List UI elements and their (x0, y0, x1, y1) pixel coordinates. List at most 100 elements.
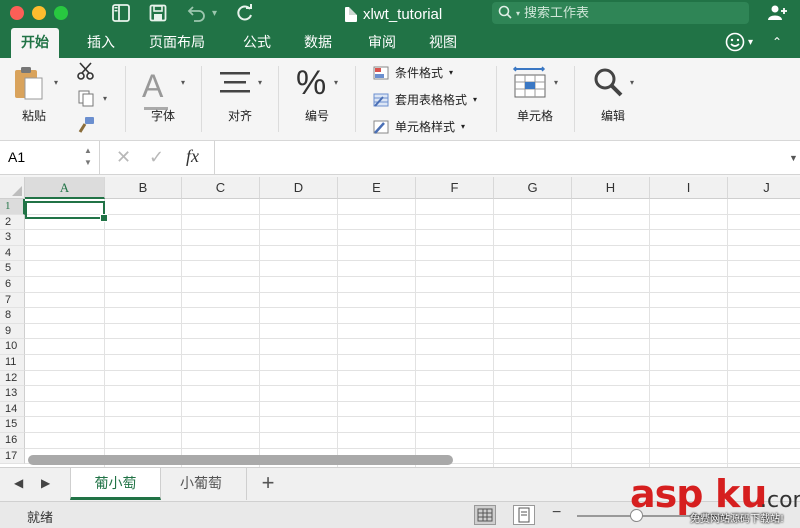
minimize-window-button[interactable] (32, 6, 46, 20)
horizontal-scrollbar[interactable] (28, 455, 453, 465)
column-header-c[interactable]: C (182, 177, 260, 199)
row-header-10[interactable]: 10 (0, 339, 25, 355)
active-cell-a1[interactable] (25, 201, 108, 222)
column-header-a[interactable]: A (25, 177, 105, 199)
tab-data[interactable]: 数据 (294, 28, 342, 58)
column-header-d[interactable]: D (260, 177, 338, 199)
row-header-2[interactable]: 2 (0, 214, 25, 231)
feedback-smiley-icon[interactable] (725, 32, 745, 58)
row-header-12[interactable]: 12 (0, 370, 25, 387)
page-layout-view-button[interactable] (513, 505, 535, 525)
editing-dropdown-icon[interactable]: ▾ (630, 78, 634, 87)
row-header-4[interactable]: 4 (0, 245, 25, 262)
feedback-dropdown-icon[interactable]: ▾ (748, 37, 753, 48)
zoom-out-icon[interactable]: − (552, 504, 561, 522)
undo-icon[interactable] (185, 3, 207, 25)
copy-icon[interactable] (76, 88, 96, 113)
row-header-9[interactable]: 9 (0, 323, 25, 340)
row-header-11[interactable]: 11 (0, 355, 25, 371)
confirm-formula-icon[interactable]: ✓ (149, 147, 164, 168)
maximize-window-button[interactable] (54, 6, 68, 20)
sheet-tab-active[interactable]: 葡小萄 (70, 468, 161, 500)
row-header-15[interactable]: 15 (0, 417, 25, 433)
collapse-ribbon-icon[interactable]: ⌃ (772, 35, 782, 49)
name-box-stepper-icon[interactable]: ▲ ▼ (84, 145, 92, 169)
row-header-6[interactable]: 6 (0, 277, 25, 293)
select-all-corner[interactable] (0, 177, 25, 199)
cancel-formula-icon[interactable]: ✕ (116, 147, 131, 168)
align-label[interactable]: 对齐 (228, 107, 252, 124)
zoom-slider-thumb[interactable] (630, 509, 643, 522)
grid-column-line (415, 199, 416, 467)
row-header-13[interactable]: 13 (0, 386, 25, 402)
redo-icon[interactable] (235, 3, 255, 25)
save-icon[interactable] (148, 3, 168, 25)
row-header-17[interactable]: 17 (0, 448, 25, 465)
grid-row-line (25, 447, 800, 449)
zoom-slider[interactable] (577, 515, 727, 517)
undo-dropdown-icon[interactable]: ▾ (212, 8, 217, 19)
formula-input-area[interactable] (214, 141, 784, 175)
tab-insert[interactable]: 插入 (77, 28, 125, 58)
format-painter-icon[interactable] (76, 115, 96, 140)
close-window-button[interactable] (10, 6, 24, 20)
column-header-j[interactable]: J (728, 177, 800, 199)
percent-icon[interactable]: % (296, 64, 326, 103)
row-header-1[interactable]: 1 (0, 199, 25, 215)
column-header-f[interactable]: F (416, 177, 494, 199)
formula-input[interactable] (215, 141, 784, 175)
row-header-8[interactable]: 8 (0, 308, 25, 324)
column-header-g[interactable]: G (494, 177, 572, 199)
paste-dropdown-icon[interactable]: ▾ (54, 78, 58, 87)
align-dropdown-icon[interactable]: ▾ (258, 78, 262, 87)
font-label[interactable]: 字体 (151, 107, 175, 124)
cells-icon[interactable] (512, 66, 548, 105)
next-sheet-arrow-icon[interactable]: ▶ (41, 476, 50, 490)
row-header-16[interactable]: 16 (0, 433, 25, 449)
column-header-h[interactable]: H (572, 177, 650, 199)
font-dropdown-icon[interactable]: ▾ (181, 78, 185, 87)
column-header-i[interactable]: I (650, 177, 728, 199)
search-icon (498, 5, 512, 22)
format-as-table-button[interactable]: 套用表格格式 ▾ (373, 91, 477, 108)
align-icon[interactable] (218, 70, 252, 101)
tab-view[interactable]: 视图 (419, 28, 467, 58)
cell-styles-button[interactable]: 单元格样式 ▾ (373, 118, 465, 135)
add-sheet-icon[interactable]: + (258, 470, 278, 496)
tab-review[interactable]: 审阅 (358, 28, 406, 58)
search-input[interactable] (524, 5, 725, 21)
prev-sheet-arrow-icon[interactable]: ◀ (14, 476, 23, 490)
expand-formula-bar-icon[interactable]: ▼ (789, 153, 798, 163)
number-dropdown-icon[interactable]: ▾ (334, 78, 338, 87)
cells-label[interactable]: 单元格 (517, 107, 553, 124)
row-header-5[interactable]: 5 (0, 261, 25, 277)
paste-icon[interactable] (12, 64, 46, 107)
insert-function-button[interactable]: fx (186, 146, 199, 167)
worksheet-grid[interactable]: A B C D E F G H I J 1 2 3 4 5 6 7 8 9 10 11 12 13 14 15 16 17 (0, 177, 800, 467)
tab-formulas[interactable]: 公式 (233, 28, 281, 58)
tab-home[interactable]: 开始 (11, 28, 59, 58)
search-sheet-box[interactable]: ▾ (492, 2, 749, 24)
conditional-format-button[interactable]: 条件格式 ▾ (373, 64, 453, 81)
editing-search-icon[interactable] (592, 66, 624, 103)
sidebar-toggle-icon[interactable] (111, 3, 131, 25)
column-header-b[interactable]: B (105, 177, 182, 199)
column-header-e[interactable]: E (338, 177, 416, 199)
normal-view-button[interactable] (474, 505, 496, 525)
cells-dropdown-icon[interactable]: ▾ (554, 78, 558, 87)
paste-label[interactable]: 粘贴 (22, 107, 46, 124)
conditional-format-dropdown-icon: ▾ (449, 68, 454, 77)
search-options-chevron-icon[interactable]: ▾ (516, 9, 520, 18)
add-user-icon[interactable] (766, 4, 788, 27)
row-header-7[interactable]: 7 (0, 292, 25, 309)
copy-dropdown-icon[interactable]: ▾ (103, 94, 107, 103)
row-header-14[interactable]: 14 (0, 401, 25, 418)
editing-label[interactable]: 编辑 (601, 107, 625, 124)
name-box[interactable]: ▲▼ (0, 141, 100, 175)
row-header-3[interactable]: 3 (0, 230, 25, 246)
tab-page-layout[interactable]: 页面布局 (139, 28, 215, 58)
cut-icon[interactable] (76, 61, 96, 86)
sheet-tab[interactable]: 小葡萄 (156, 468, 247, 500)
name-box-input[interactable] (8, 149, 78, 165)
number-label[interactable]: 编号 (305, 107, 329, 124)
